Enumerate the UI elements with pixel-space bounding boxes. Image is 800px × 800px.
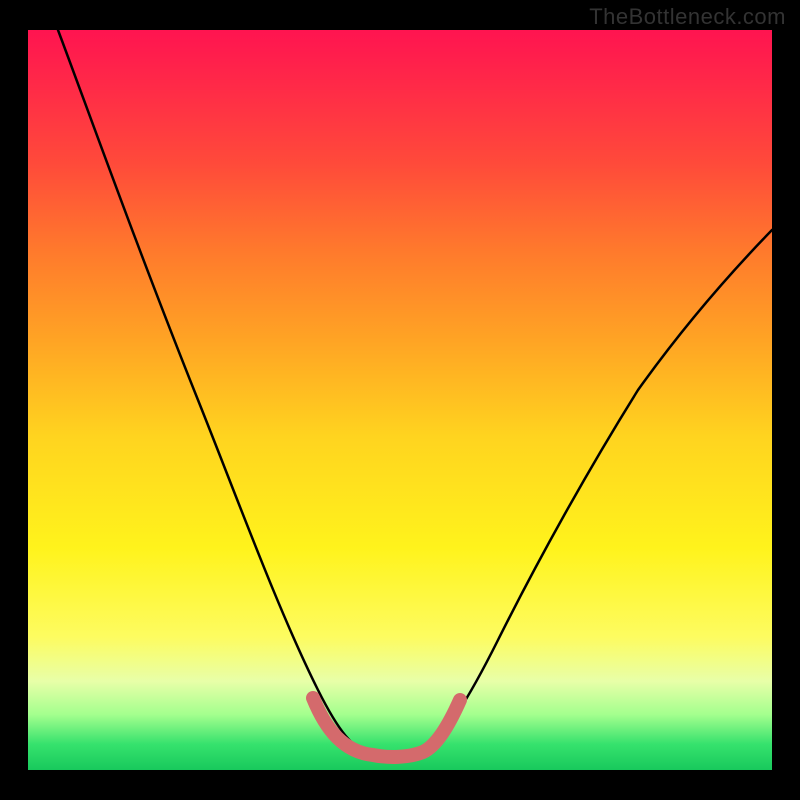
highlight-path bbox=[313, 698, 460, 757]
main-curve-path bbox=[58, 30, 772, 757]
watermark-text: TheBottleneck.com bbox=[589, 4, 786, 30]
plot-area bbox=[28, 30, 772, 770]
chart-frame: TheBottleneck.com bbox=[0, 0, 800, 800]
chart-svg bbox=[28, 30, 772, 770]
